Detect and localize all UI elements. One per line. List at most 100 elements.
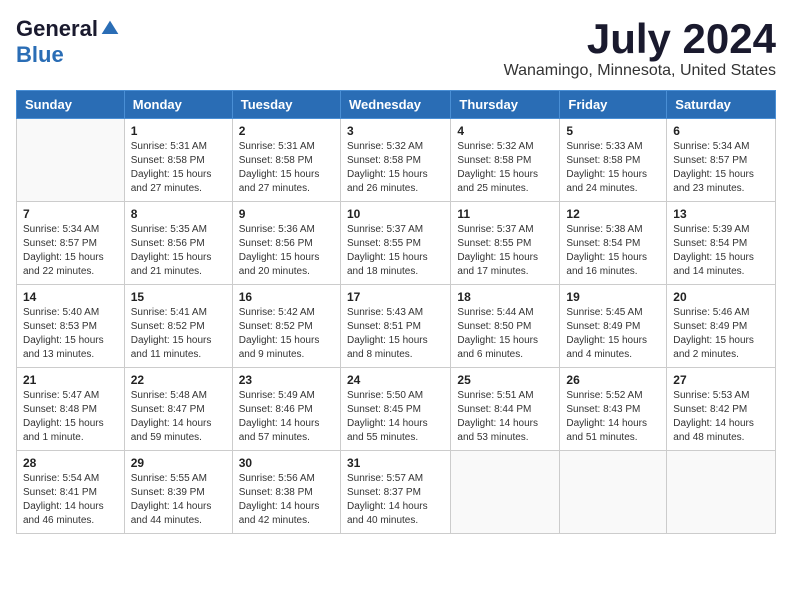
day-info: Sunrise: 5:37 AMSunset: 8:55 PMDaylight:… <box>347 223 444 279</box>
calendar-cell: 31 Sunrise: 5:57 AMSunset: 8:37 PMDayligh… <box>340 451 450 534</box>
day-info: Sunrise: 5:51 AMSunset: 8:44 PMDaylight:… <box>457 389 553 445</box>
day-info: Sunrise: 5:45 AMSunset: 8:49 PMDaylight:… <box>566 306 660 362</box>
calendar-cell: 19 Sunrise: 5:45 AMSunset: 8:49 PMDayligh… <box>560 285 667 368</box>
calendar-cell: 24 Sunrise: 5:50 AMSunset: 8:45 PMDayligh… <box>340 368 450 451</box>
calendar-cell: 11 Sunrise: 5:37 AMSunset: 8:55 PMDayligh… <box>451 202 560 285</box>
day-info: Sunrise: 5:32 AMSunset: 8:58 PMDaylight:… <box>347 140 444 196</box>
day-number: 5 <box>566 124 660 138</box>
day-number: 27 <box>673 373 769 387</box>
calendar-cell: 10Sunrise: 5:37 AMSunset: 8:55 PMDayligh… <box>340 202 450 285</box>
day-number: 21 <box>23 373 118 387</box>
day-info: Sunrise: 5:36 AMSunset: 8:56 PMDaylight:… <box>239 223 334 279</box>
day-number: 13 <box>673 207 769 221</box>
calendar-cell: 18 Sunrise: 5:44 AMSunset: 8:50 PMDayligh… <box>451 285 560 368</box>
calendar-header-row: SundayMondayTuesdayWednesdayThursdayFrid… <box>17 91 776 119</box>
day-number: 14 <box>23 290 118 304</box>
calendar-week-3: 14 Sunrise: 5:40 AMSunset: 8:53 PMDayligh… <box>17 285 776 368</box>
calendar-week-1: 1 Sunrise: 5:31 AMSunset: 8:58 PMDaylight… <box>17 119 776 202</box>
calendar-cell <box>17 119 125 202</box>
day-info: Sunrise: 5:42 AMSunset: 8:52 PMDaylight:… <box>239 306 334 362</box>
day-number: 3 <box>347 124 444 138</box>
logo: General Blue <box>16 16 120 68</box>
day-number: 12 <box>566 207 660 221</box>
logo-icon <box>100 19 120 39</box>
calendar-cell: 12 Sunrise: 5:38 AMSunset: 8:54 PMDayligh… <box>560 202 667 285</box>
calendar-cell: 1 Sunrise: 5:31 AMSunset: 8:58 PMDaylight… <box>124 119 232 202</box>
day-info: Sunrise: 5:32 AMSunset: 8:58 PMDaylight:… <box>457 140 553 196</box>
day-number: 29 <box>131 456 226 470</box>
calendar-cell: 29 Sunrise: 5:55 AMSunset: 8:39 PMDayligh… <box>124 451 232 534</box>
calendar-cell: 5 Sunrise: 5:33 AMSunset: 8:58 PMDaylight… <box>560 119 667 202</box>
day-number: 9 <box>239 207 334 221</box>
calendar-cell: 17Sunrise: 5:43 AMSunset: 8:51 PMDayligh… <box>340 285 450 368</box>
calendar-cell: 15 Sunrise: 5:41 AMSunset: 8:52 PMDayligh… <box>124 285 232 368</box>
day-number: 1 <box>131 124 226 138</box>
day-number: 4 <box>457 124 553 138</box>
day-number: 6 <box>673 124 769 138</box>
logo-general-text: General <box>16 16 98 42</box>
calendar-cell <box>667 451 776 534</box>
calendar-cell: 3 Sunrise: 5:32 AMSunset: 8:58 PMDaylight… <box>340 119 450 202</box>
day-info: Sunrise: 5:34 AMSunset: 8:57 PMDaylight:… <box>673 140 769 196</box>
calendar-header-friday: Friday <box>560 91 667 119</box>
day-info: Sunrise: 5:38 AMSunset: 8:54 PMDaylight:… <box>566 223 660 279</box>
calendar-cell: 16Sunrise: 5:42 AMSunset: 8:52 PMDayligh… <box>232 285 340 368</box>
day-info: Sunrise: 5:50 AMSunset: 8:45 PMDaylight:… <box>347 389 444 445</box>
location: Wanamingo, Minnesota, United States <box>504 62 776 80</box>
calendar-header-saturday: Saturday <box>667 91 776 119</box>
day-info: Sunrise: 5:34 AMSunset: 8:57 PMDaylight:… <box>23 223 118 279</box>
logo-blue-text: Blue <box>16 42 64 68</box>
calendar-header-monday: Monday <box>124 91 232 119</box>
month-title: July 2024 <box>504 16 776 62</box>
calendar-table: SundayMondayTuesdayWednesdayThursdayFrid… <box>16 90 776 534</box>
calendar-cell <box>560 451 667 534</box>
calendar-cell: 22Sunrise: 5:48 AMSunset: 8:47 PMDayligh… <box>124 368 232 451</box>
calendar-cell: 23Sunrise: 5:49 AMSunset: 8:46 PMDayligh… <box>232 368 340 451</box>
day-number: 20 <box>673 290 769 304</box>
day-info: Sunrise: 5:33 AMSunset: 8:58 PMDaylight:… <box>566 140 660 196</box>
day-info: Sunrise: 5:52 AMSunset: 8:43 PMDaylight:… <box>566 389 660 445</box>
day-number: 24 <box>347 373 444 387</box>
day-number: 2 <box>239 124 334 138</box>
calendar-cell: 9 Sunrise: 5:36 AMSunset: 8:56 PMDaylight… <box>232 202 340 285</box>
day-info: Sunrise: 5:56 AMSunset: 8:38 PMDaylight:… <box>239 472 334 528</box>
day-number: 11 <box>457 207 553 221</box>
calendar-cell: 26Sunrise: 5:52 AMSunset: 8:43 PMDayligh… <box>560 368 667 451</box>
day-info: Sunrise: 5:31 AMSunset: 8:58 PMDaylight:… <box>239 140 334 196</box>
day-info: Sunrise: 5:46 AMSunset: 8:49 PMDaylight:… <box>673 306 769 362</box>
day-info: Sunrise: 5:35 AMSunset: 8:56 PMDaylight:… <box>131 223 226 279</box>
day-info: Sunrise: 5:53 AMSunset: 8:42 PMDaylight:… <box>673 389 769 445</box>
title-area: July 2024 Wanamingo, Minnesota, United S… <box>504 16 776 80</box>
day-info: Sunrise: 5:47 AMSunset: 8:48 PMDaylight:… <box>23 389 118 445</box>
calendar-cell: 14 Sunrise: 5:40 AMSunset: 8:53 PMDayligh… <box>17 285 125 368</box>
calendar-cell <box>451 451 560 534</box>
calendar-cell: 30Sunrise: 5:56 AMSunset: 8:38 PMDayligh… <box>232 451 340 534</box>
day-info: Sunrise: 5:54 AMSunset: 8:41 PMDaylight:… <box>23 472 118 528</box>
day-number: 28 <box>23 456 118 470</box>
calendar-header-tuesday: Tuesday <box>232 91 340 119</box>
day-number: 25 <box>457 373 553 387</box>
calendar-cell: 20 Sunrise: 5:46 AMSunset: 8:49 PMDayligh… <box>667 285 776 368</box>
calendar-header-sunday: Sunday <box>17 91 125 119</box>
day-info: Sunrise: 5:31 AMSunset: 8:58 PMDaylight:… <box>131 140 226 196</box>
day-info: Sunrise: 5:57 AMSunset: 8:37 PMDaylight:… <box>347 472 444 528</box>
day-info: Sunrise: 5:37 AMSunset: 8:55 PMDaylight:… <box>457 223 553 279</box>
day-info: Sunrise: 5:41 AMSunset: 8:52 PMDaylight:… <box>131 306 226 362</box>
day-info: Sunrise: 5:44 AMSunset: 8:50 PMDaylight:… <box>457 306 553 362</box>
day-number: 17 <box>347 290 444 304</box>
calendar-week-2: 7Sunrise: 5:34 AMSunset: 8:57 PMDaylight… <box>17 202 776 285</box>
day-number: 19 <box>566 290 660 304</box>
calendar-cell: 21 Sunrise: 5:47 AMSunset: 8:48 PMDayligh… <box>17 368 125 451</box>
page-header: General Blue July 2024 Wanamingo, Minnes… <box>16 16 776 80</box>
day-number: 15 <box>131 290 226 304</box>
calendar-cell: 27 Sunrise: 5:53 AMSunset: 8:42 PMDayligh… <box>667 368 776 451</box>
day-info: Sunrise: 5:55 AMSunset: 8:39 PMDaylight:… <box>131 472 226 528</box>
day-number: 31 <box>347 456 444 470</box>
day-number: 18 <box>457 290 553 304</box>
calendar-cell: 28 Sunrise: 5:54 AMSunset: 8:41 PMDayligh… <box>17 451 125 534</box>
calendar-week-5: 28 Sunrise: 5:54 AMSunset: 8:41 PMDayligh… <box>17 451 776 534</box>
day-info: Sunrise: 5:40 AMSunset: 8:53 PMDaylight:… <box>23 306 118 362</box>
calendar-header-wednesday: Wednesday <box>340 91 450 119</box>
day-info: Sunrise: 5:49 AMSunset: 8:46 PMDaylight:… <box>239 389 334 445</box>
day-info: Sunrise: 5:48 AMSunset: 8:47 PMDaylight:… <box>131 389 226 445</box>
